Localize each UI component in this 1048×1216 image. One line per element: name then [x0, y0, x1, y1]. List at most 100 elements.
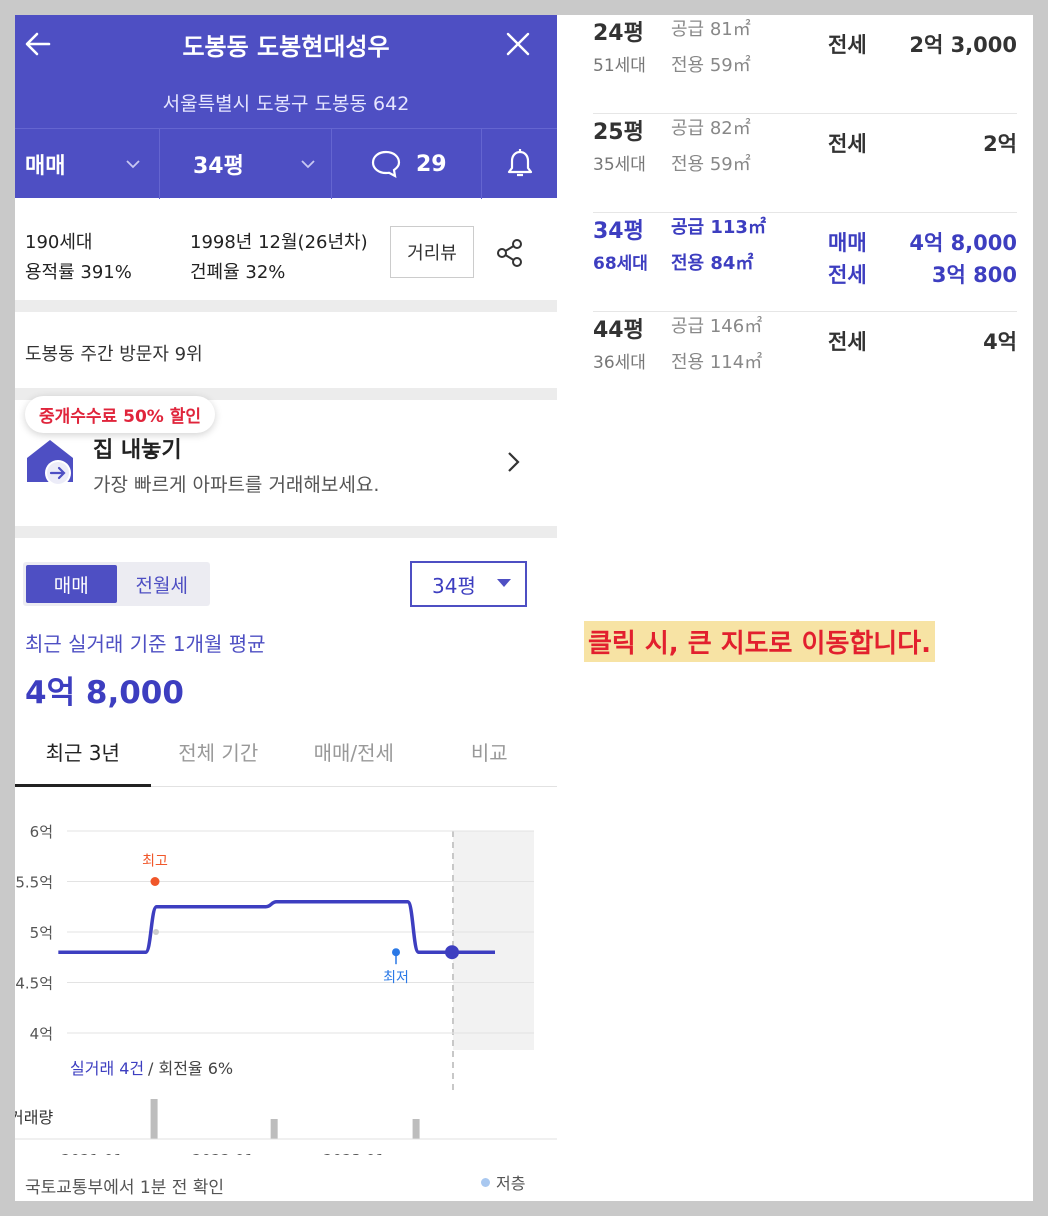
deal-type: 매매 [828, 231, 867, 255]
supply-area: 공급 81㎡ [671, 19, 751, 40]
exclusive-area: 전용 114㎡ [671, 352, 763, 373]
x-axis: 2021.01 2022.01 2023.01 [61, 1151, 385, 1155]
dropdown-triangle-icon [497, 579, 511, 587]
high-label: 최고 [142, 854, 168, 870]
floor-area-ratio: 용적률 391% [25, 262, 132, 283]
households: 190세대 [25, 232, 93, 253]
volume-bar [150, 1099, 158, 1139]
supply-area: 공급 82㎡ [671, 118, 751, 139]
bell-icon [507, 149, 532, 177]
volume-bars [150, 1099, 420, 1139]
comment-count: 29 [416, 151, 447, 177]
pyeong: 24평 [593, 21, 644, 46]
period-tabs: 최근 3년 전체 기간 매매/전세 비교 [15, 727, 557, 787]
list-item-selected[interactable]: 34평 68세대 공급 113㎡ 전용 84㎡ 매매 4억 8,000 전세 3… [593, 213, 1017, 312]
average-price: 4억 8,000 [25, 675, 184, 711]
deal-type: 전세 [828, 33, 867, 57]
y-tick-label: 4억 [30, 1025, 53, 1043]
current-point[interactable] [445, 945, 459, 960]
screen-frame: 도봉동 도봉현대성우 서울특별시 도봉구 도봉동 642 매매 34평 29 1… [0, 0, 1048, 1216]
apartment-detail-panel: 도봉동 도봉현대성우 서울특별시 도봉구 도봉동 642 매매 34평 29 1… [15, 15, 557, 1201]
deal-price: 4억 8,000 [909, 231, 1017, 255]
turnover-rate: / 회전율 6% [148, 1059, 233, 1078]
y-axis: 6억 5.5억 5억 4.5억 4억 [15, 823, 53, 1043]
promo-title: 집 내놓기 [93, 438, 182, 463]
size-select[interactable]: 34평 [410, 561, 527, 607]
volume-bar [270, 1119, 278, 1139]
tab-recent-3y[interactable]: 최근 3년 [15, 727, 151, 787]
tab-all-period[interactable]: 전체 기간 [151, 727, 287, 786]
mid-point [153, 929, 159, 935]
size-dropdown[interactable]: 34평 [160, 129, 332, 199]
low-label: 최저 [383, 970, 409, 986]
deal-type: 전세 [828, 132, 867, 156]
deal-price: 4억 [983, 330, 1017, 354]
deal-price: 2억 [983, 132, 1017, 156]
deal-price: 2억 3,000 [909, 33, 1017, 57]
price-chart[interactable]: 6억 5.5억 5억 4.5억 4억 최고 최저 실거래 4건 / 회전율 6% 거래량… [15, 815, 557, 1155]
comments-button[interactable]: 29 [332, 129, 482, 199]
y-tick-label: 5억 [30, 924, 53, 942]
share-icon[interactable] [495, 238, 525, 268]
legend-dot-icon [481, 1177, 490, 1187]
y-tick-label: 6억 [30, 823, 53, 841]
household-count: 51세대 [593, 56, 646, 76]
notification-button[interactable] [482, 129, 557, 199]
deal-type-secondary: 전세 [828, 263, 867, 287]
household-count: 35세대 [593, 155, 646, 175]
pyeong: 25평 [593, 120, 644, 145]
x-tick-label: 2021.01 [61, 1151, 123, 1155]
list-house-banner[interactable]: 중개수수료 50% 할인 집 내놓기 가장 빠르게 아파트를 거래해보세요. [15, 396, 557, 526]
x-tick-label: 2022.01 [192, 1151, 254, 1155]
size-select-value: 34평 [432, 573, 476, 598]
discount-badge: 중개수수료 50% 할인 [25, 396, 216, 433]
divider [15, 526, 557, 538]
speech-bubble-icon [371, 150, 401, 179]
y-tick-label: 4.5억 [15, 975, 53, 993]
volume-bar [412, 1119, 420, 1139]
list-item[interactable]: 44평 36세대 공급 146㎡ 전용 114㎡ 전세 4억 [593, 312, 1017, 411]
built-year: 1998년 12월(26년차) [190, 232, 368, 253]
legend-low-floor-label: 저층 [496, 1174, 526, 1193]
trade-type-dropdown[interactable]: 매매 [15, 129, 160, 199]
y-tick-label: 5.5억 [15, 874, 53, 892]
map-click-annotation: 클릭 시, 큰 지도로 이동합니다. [584, 621, 936, 662]
exclusive-area: 전용 59㎡ [671, 154, 751, 175]
high-point [150, 877, 160, 886]
trade-type-label: 매매 [25, 154, 66, 179]
segment-sale[interactable]: 매매 [26, 565, 117, 603]
divider [15, 300, 557, 312]
future-area [453, 831, 534, 1050]
page-title: 도봉동 도봉현대성우 [182, 33, 390, 61]
x-tick-label: 2023.01 [323, 1151, 385, 1155]
pyeong: 44평 [593, 318, 644, 343]
household-count: 68세대 [593, 254, 648, 274]
supply-area: 공급 113㎡ [671, 217, 766, 238]
list-item[interactable]: 24평 51세대 공급 81㎡ 전용 59㎡ 전세 2억 3,000 [593, 15, 1017, 114]
trade-segment-control: 매매 전월세 [23, 562, 210, 606]
data-source-note: 국토교통부에서 1분 전 확인 [25, 1178, 225, 1198]
house-arrow-icon [27, 440, 73, 486]
exclusive-area: 전용 84㎡ [671, 253, 754, 274]
pyeong: 34평 [593, 219, 644, 244]
building-info: 190세대 용적률 391% 1998년 12월(26년차) 건폐율 32% 거… [15, 198, 557, 300]
tab-compare[interactable]: 비교 [422, 727, 558, 786]
coverage-ratio: 건폐율 32% [190, 262, 286, 283]
chevron-right-icon [508, 452, 520, 472]
distance-view-button[interactable]: 거리뷰 [390, 226, 474, 278]
weekly-visitor-rank: 도봉동 주간 방문자 9위 [25, 344, 203, 365]
volume-label: 거래량 [15, 1108, 53, 1127]
legend-low-floor: 저층 [481, 1170, 525, 1194]
deal-price-secondary: 3억 800 [931, 263, 1017, 287]
list-item[interactable]: 25평 35세대 공급 82㎡ 전용 59㎡ 전세 2억 [593, 114, 1017, 213]
filter-bar: 매매 34평 29 [15, 128, 557, 199]
tab-sale-jeonse[interactable]: 매매/전세 [286, 727, 422, 786]
close-icon[interactable] [503, 29, 533, 59]
size-price-list: 24평 51세대 공급 81㎡ 전용 59㎡ 전세 2억 3,000 25평 3… [557, 15, 1033, 1201]
household-count: 36세대 [593, 353, 646, 373]
segment-rent[interactable]: 전월세 [117, 565, 208, 603]
supply-area: 공급 146㎡ [671, 316, 763, 337]
deal-count: 실거래 4건 [70, 1059, 144, 1078]
chevron-down-icon [126, 160, 140, 169]
chevron-down-icon [301, 160, 315, 169]
